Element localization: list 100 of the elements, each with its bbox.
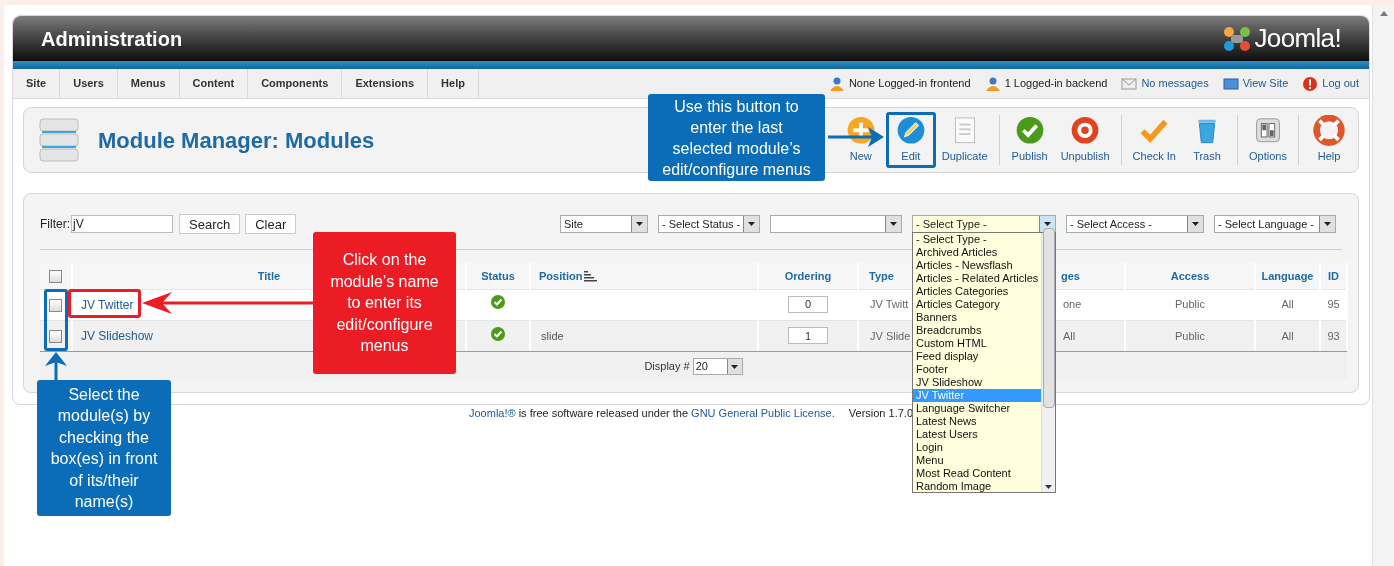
toolbar-button[interactable]: Unpublish [1054,112,1116,168]
dropdown-option[interactable]: Archived Articles [913,246,1042,259]
dropdown-option[interactable]: Random Image [913,480,1042,493]
dropdown-option[interactable]: Language Switcher [913,402,1042,415]
footer-link[interactable]: Joomla!® [469,407,516,419]
display-select[interactable]: 20 [692,358,743,375]
status-link[interactable]: Log out [1322,75,1359,92]
table-cell: All [1281,298,1294,311]
column-header[interactable]: Type [869,267,894,284]
admin-title: Administration [41,26,183,52]
dropdown-option[interactable]: Breadcrumbs [913,324,1042,337]
column-header[interactable]: Ordering [784,267,832,284]
filter-label: Filter: [40,216,70,233]
toolbar-button[interactable]: Check In [1126,112,1182,168]
caret-icon [1324,222,1331,226]
caret-icon [731,364,739,369]
toolbar-button[interactable]: Trash [1182,112,1232,168]
scroll-down-icon [1045,485,1053,489]
callout-arrow [44,352,68,380]
module-stack-icon [38,117,80,163]
menu-item[interactable]: Help [428,69,479,98]
menu-item[interactable]: Content [179,69,249,98]
column-header[interactable]: Title [257,267,281,284]
column-header[interactable]: Language [1261,267,1314,284]
menu-item[interactable]: Extensions [342,69,429,98]
published-icon[interactable] [491,295,505,310]
toolbar-button[interactable]: Publish [1004,112,1055,168]
table-cell: All [1281,329,1294,342]
toolbar-button[interactable]: Options [1243,112,1293,168]
table-cell: 93 [1327,329,1340,342]
dropdown-option[interactable]: Latest News [913,415,1042,428]
lifebuoy-icon [1313,115,1345,146]
checkbox[interactable] [49,298,62,312]
status-text: 1 Logged-in backend [1004,76,1108,92]
dropdown-option[interactable]: Articles - Related Articles [913,272,1042,285]
ordering-field[interactable]: 0 [788,296,828,313]
dropdown-option[interactable]: Feed display [913,350,1042,363]
select-field[interactable] [770,215,902,233]
toolbar-button[interactable]: Help [1304,112,1354,168]
checkbox[interactable] [49,270,62,284]
status-link[interactable]: View Site [1242,75,1289,92]
monitor-icon [1222,75,1239,92]
status-text: None Logged-in frontend [848,76,971,92]
caret-icon [636,222,643,226]
menu-item[interactable]: Users [60,69,118,98]
status-link[interactable]: No messages [1141,75,1209,92]
toolbar-button[interactable]: New [835,112,886,168]
select-field[interactable]: Site [560,215,648,233]
dropdown-option[interactable]: Most Read Content [913,467,1042,480]
dropdown-option[interactable]: JV Slideshow [913,376,1042,389]
callout-box: Select the module(s) by checking the box(es) in front of its/their name(s) [37,380,171,516]
filter-button[interactable]: Search [179,214,241,234]
published-icon[interactable] [491,326,505,341]
dropdown-option[interactable]: Login [913,441,1042,454]
column-header[interactable]: ges [1061,267,1080,284]
menu-item[interactable]: Site [13,69,61,98]
column-header[interactable]: ID [1328,267,1339,284]
dropdown-option[interactable]: - Select Type - [913,233,1042,246]
logo-text: Joomla! [1254,22,1341,55]
dropdown-option[interactable]: Menu [913,454,1042,467]
sort-icon [584,269,598,283]
dropdown-option[interactable]: Articles - Newsflash [913,259,1042,272]
toolbar-button[interactable]: Edit [885,112,936,168]
table-cell: JV Twitt [870,298,909,311]
dropdown-option[interactable]: Latest Users [913,428,1042,441]
envelope-icon [1121,75,1138,92]
alert-icon [1302,75,1319,92]
menu-item[interactable]: Menus [117,69,180,98]
display-label: Display # [644,359,690,375]
scroll-up-icon[interactable] [1379,11,1388,16]
dropdown-option[interactable]: Banners [913,311,1042,324]
scrollbar[interactable] [1372,5,1394,566]
module-title-link[interactable]: JV Slideshow [81,328,154,343]
caret-icon [748,222,755,226]
callout-box: Use this button to enter the last selected module’s edit/configure menus [648,94,825,181]
filter-field[interactable]: jV [71,215,173,233]
footer-text: Joomla!® is free software released under the GNU General Public License. [469,406,835,421]
footer-link[interactable]: GNU General Public License. [691,407,835,419]
table-cell: one [1063,298,1082,311]
dropdown-option[interactable]: Custom HTML [913,337,1042,350]
checkbox[interactable] [49,330,62,344]
ordering-field[interactable]: 1 [788,327,828,345]
toolbar-button[interactable]: Duplicate [935,112,994,168]
select-field[interactable]: - Select Type - [912,215,1056,233]
table-cell: slide [541,329,564,342]
dropdown-option[interactable]: Footer [913,363,1042,376]
dropdown-option[interactable]: Articles Category [913,298,1042,311]
scroll-thumb[interactable] [1042,227,1055,408]
dropdown-option[interactable]: Articles Categories [913,285,1042,298]
column-header[interactable]: Access [1170,267,1210,284]
user-icon [828,75,845,92]
column-header[interactable]: Status [481,267,515,284]
select-field[interactable]: - Select Status - [658,215,760,233]
column-header[interactable]: Position [539,267,598,284]
filter-button[interactable]: Clear [245,214,297,234]
select-field[interactable]: - Select Language - [1214,215,1336,233]
menu-item[interactable]: Components [248,69,343,98]
select-field[interactable]: - Select Access - [1066,215,1204,233]
module-title-link[interactable]: JV Twitter [81,297,134,312]
caret-icon [890,222,897,226]
